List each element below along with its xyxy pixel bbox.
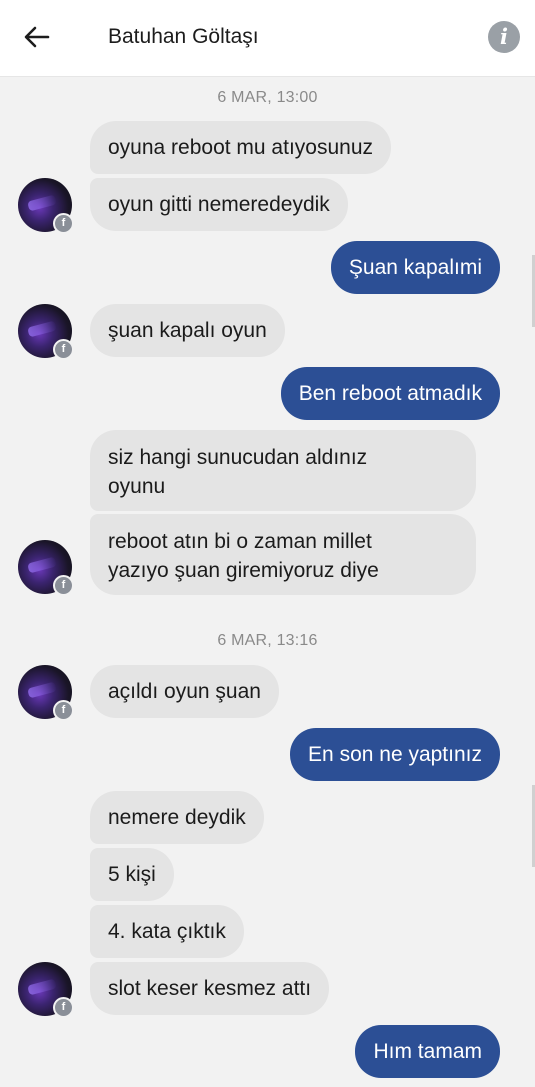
chat-header: Batuhan Göltaşı i [0, 0, 535, 77]
outgoing-message[interactable]: En son ne yaptınız [290, 728, 500, 781]
arrow-left-icon[interactable] [22, 22, 52, 52]
incoming-message[interactable]: oyuna reboot mu atıyosunuz [90, 121, 392, 174]
info-icon[interactable]: i [488, 21, 520, 53]
avatar[interactable]: f [18, 540, 74, 596]
timestamp: 6 MAR, 13:00 [217, 89, 318, 106]
incoming-message[interactable]: reboot atın bi o zaman millet yazıyo şua… [90, 514, 476, 595]
facebook-icon: f [53, 339, 74, 360]
incoming-message[interactable]: şuan kapalı oyun [90, 304, 285, 357]
incoming-message[interactable]: oyun gitti nemeredeydik [90, 178, 348, 231]
outgoing-message[interactable]: Ben reboot atmadık [280, 367, 500, 420]
contact-name[interactable]: Batuhan Göltaşı [108, 22, 259, 52]
avatar[interactable]: f [18, 178, 74, 234]
facebook-icon: f [53, 997, 74, 1018]
avatar[interactable]: f [18, 665, 74, 721]
outgoing-message[interactable]: Şuan kapalımi [330, 241, 500, 294]
avatar[interactable]: f [18, 962, 74, 1018]
message-line: yazıyo şuan giremiyoruz diye [108, 559, 379, 582]
message-line: reboot atın bi o zaman millet [108, 530, 372, 553]
outgoing-message[interactable]: Hım tamam [355, 1025, 500, 1078]
facebook-icon: f [53, 575, 74, 596]
avatar[interactable]: f [18, 304, 74, 360]
message-line: oyunu [108, 475, 166, 498]
message-line: siz hangi sunucudan aldınız [108, 446, 368, 469]
facebook-icon: f [53, 213, 74, 234]
facebook-icon: f [53, 700, 74, 721]
incoming-message[interactable]: slot keser kesmez attı [90, 962, 330, 1015]
timestamp: 6 MAR, 13:16 [217, 632, 318, 649]
incoming-message[interactable]: 5 kişi [90, 848, 174, 901]
incoming-message[interactable]: siz hangi sunucudan aldınız oyunu [90, 430, 476, 511]
incoming-message[interactable]: nemere deydik [90, 791, 264, 844]
incoming-message[interactable]: açıldı oyun şuan [90, 665, 279, 718]
incoming-message[interactable]: 4. kata çıktık [90, 905, 244, 958]
